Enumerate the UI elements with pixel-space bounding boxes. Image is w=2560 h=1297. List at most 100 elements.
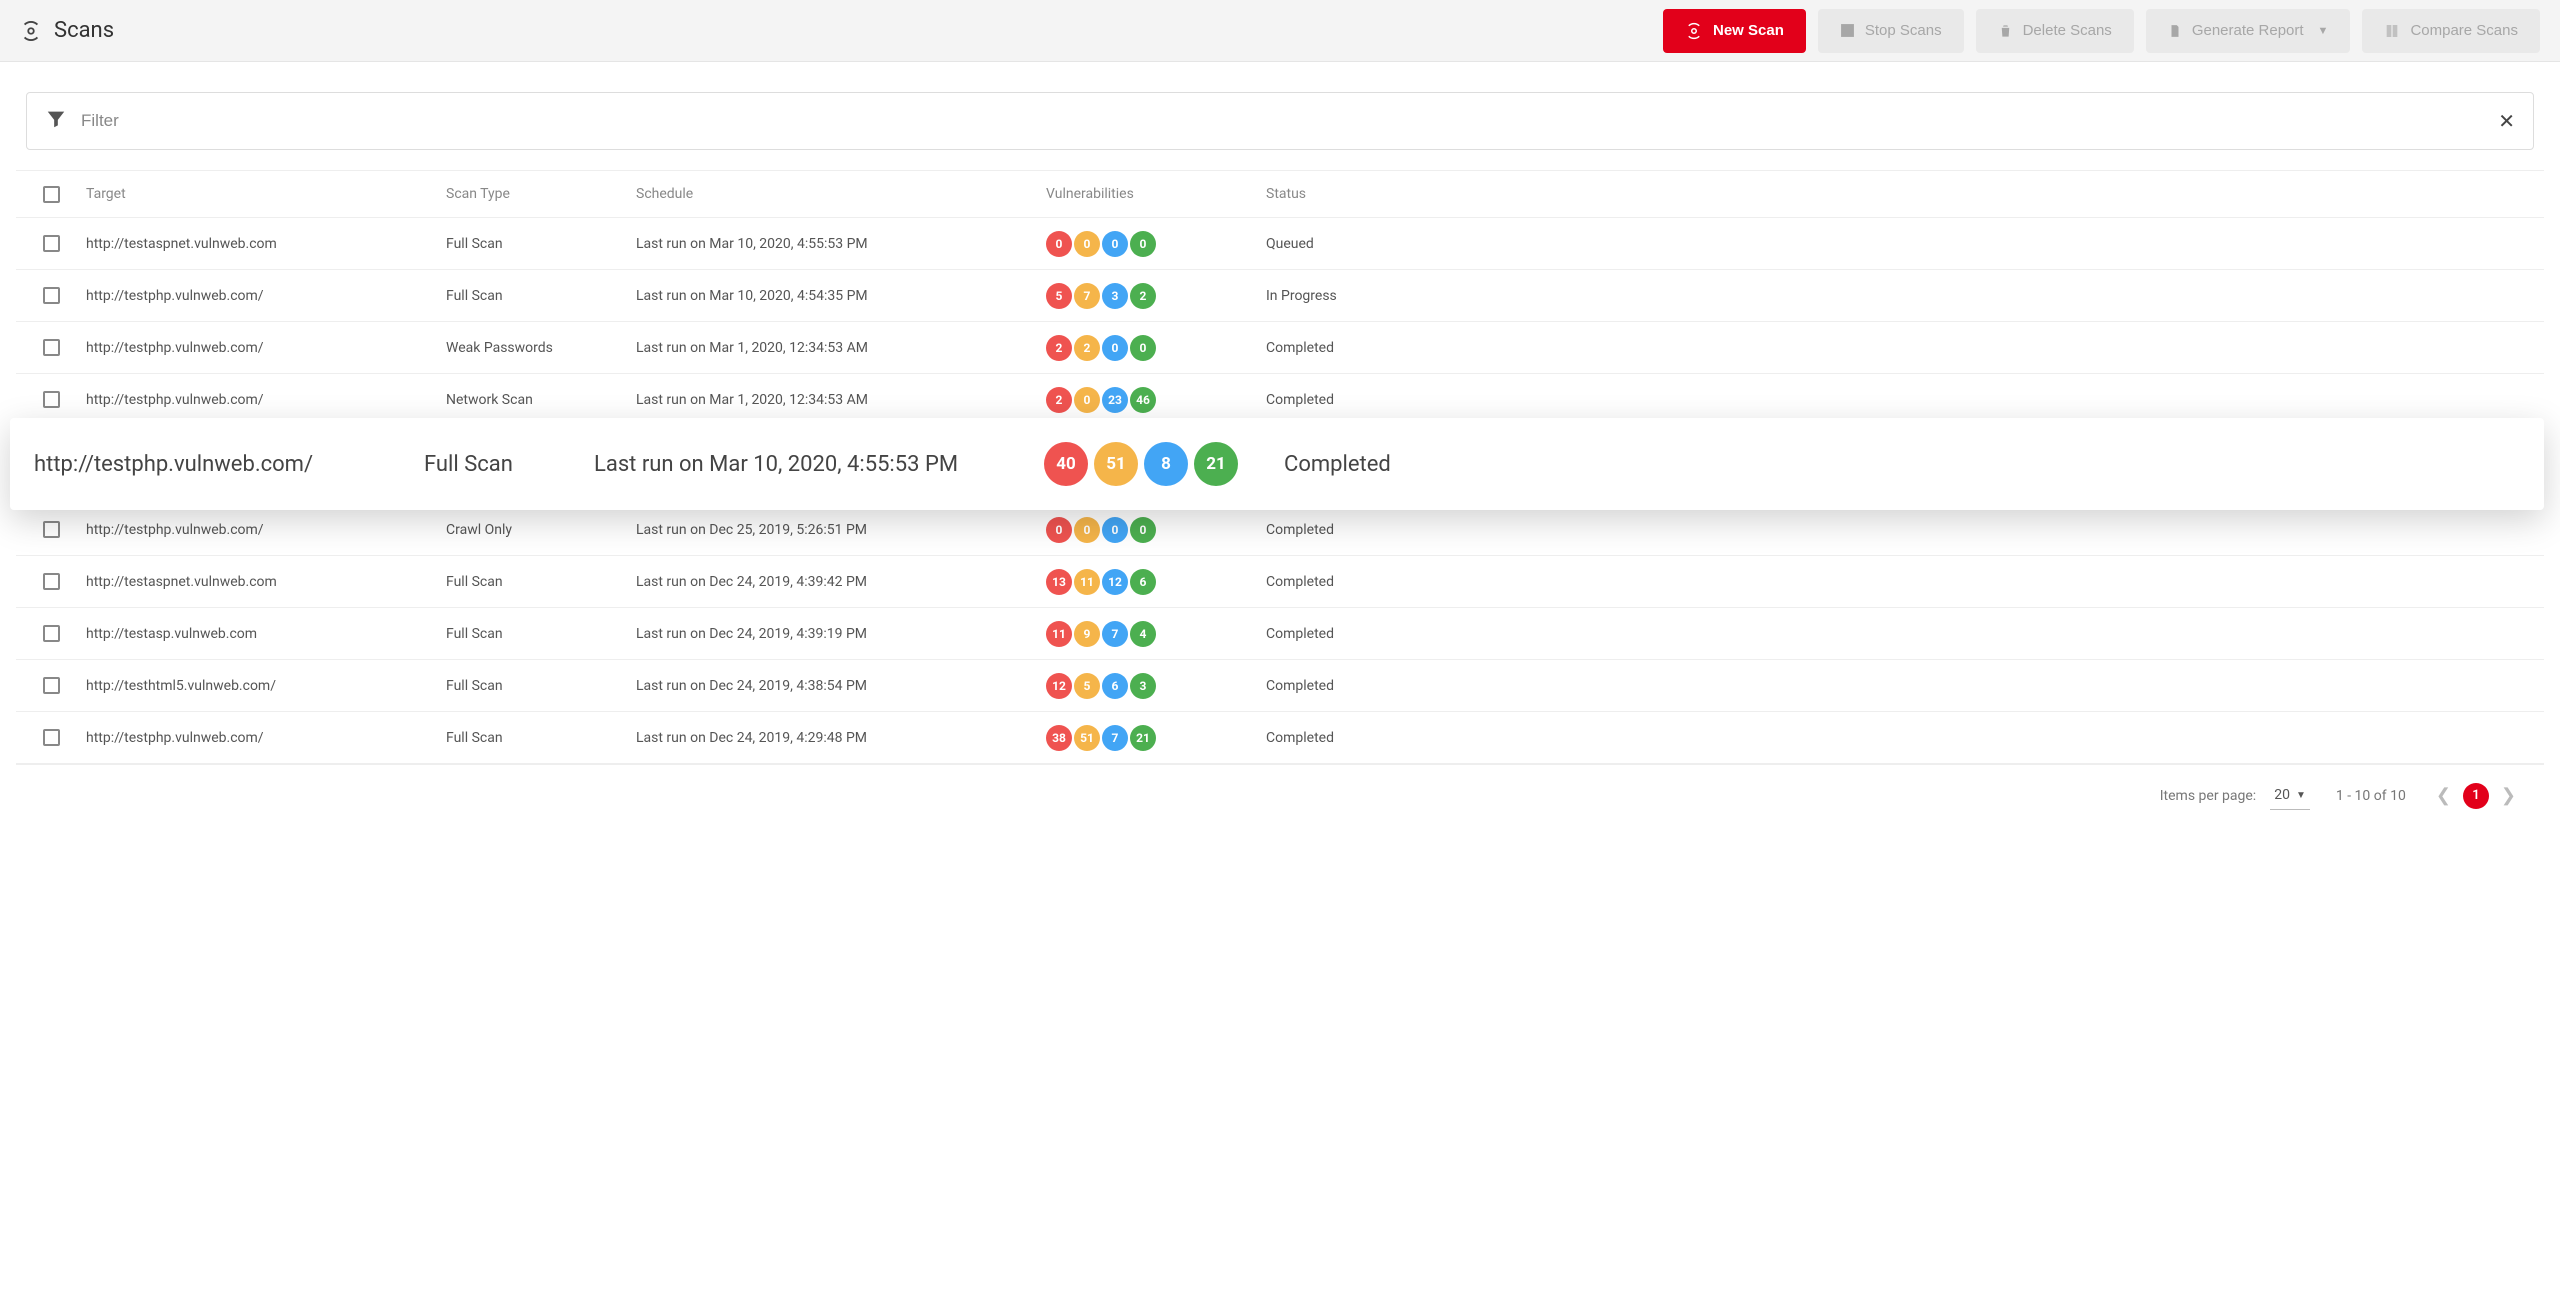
select-all-checkbox[interactable]: [43, 186, 60, 203]
row-checkbox[interactable]: [43, 625, 60, 642]
row-checkbox[interactable]: [43, 677, 60, 694]
hl-schedule: Last run on Mar 10, 2020, 4:55:53 PM: [594, 452, 1044, 477]
row-checkbox[interactable]: [43, 391, 60, 408]
cell-target: http://testphp.vulnweb.com/: [86, 340, 446, 356]
compare-scans-button[interactable]: Compare Scans: [2362, 9, 2540, 53]
col-target[interactable]: Target: [86, 186, 446, 202]
highlighted-scan-row[interactable]: http://testphp.vulnweb.com/ Full Scan La…: [10, 418, 2544, 510]
hl-type: Full Scan: [424, 452, 594, 477]
severity-medium-badge: 9: [1074, 621, 1100, 647]
trash-icon: [1998, 23, 2013, 39]
toolbar: Scans New Scan Stop Scans Delete Scans G…: [0, 0, 2560, 62]
cell-type: Full Scan: [446, 678, 636, 694]
severity-low-badge: 0: [1102, 335, 1128, 361]
items-per-page-select[interactable]: 20 ▼: [2270, 781, 2310, 810]
generate-report-button[interactable]: Generate Report ▼: [2146, 9, 2351, 53]
severity-medium-badge: 51: [1074, 725, 1100, 751]
cell-vulnerabilities: 2200: [1046, 335, 1266, 361]
delete-scans-button[interactable]: Delete Scans: [1976, 9, 2134, 53]
title-wrap: Scans: [20, 18, 114, 43]
cell-vulnerabilities: 0000: [1046, 517, 1266, 543]
severity-high-badge: 11: [1046, 621, 1072, 647]
prev-page-button[interactable]: ❮: [2432, 781, 2455, 810]
col-scan-type[interactable]: Scan Type: [446, 186, 636, 202]
table-row[interactable]: http://testphp.vulnweb.com/Weak Password…: [16, 322, 2544, 374]
table-row[interactable]: http://testphp.vulnweb.com/Full ScanLast…: [16, 270, 2544, 322]
table-row[interactable]: http://testphp.vulnweb.com/Full ScanLast…: [16, 712, 2544, 764]
new-scan-button[interactable]: New Scan: [1663, 9, 1806, 53]
row-checkbox[interactable]: [43, 287, 60, 304]
hl-target: http://testphp.vulnweb.com/: [34, 452, 424, 477]
cell-target: http://testaspnet.vulnweb.com: [86, 236, 446, 252]
cell-type: Crawl Only: [446, 522, 636, 538]
severity-high-badge: 38: [1046, 725, 1072, 751]
cell-status: Completed: [1266, 626, 2544, 642]
table-row[interactable]: http://testaspnet.vulnweb.comFull ScanLa…: [16, 556, 2544, 608]
compare-icon: [2384, 23, 2400, 39]
severity-info-badge: 21: [1130, 725, 1156, 751]
row-checkbox[interactable]: [43, 235, 60, 252]
table-row[interactable]: http://testasp.vulnweb.comFull ScanLast …: [16, 608, 2544, 660]
table-row[interactable]: http://testhtml5.vulnweb.com/Full ScanLa…: [16, 660, 2544, 712]
cell-schedule: Last run on Mar 10, 2020, 4:54:35 PM: [636, 288, 1046, 304]
cell-type: Full Scan: [446, 236, 636, 252]
col-status[interactable]: Status: [1266, 186, 2544, 202]
radar-icon: [1685, 22, 1703, 40]
stop-scans-label: Stop Scans: [1865, 22, 1942, 39]
cell-target: http://testphp.vulnweb.com/: [86, 392, 446, 408]
cell-type: Weak Passwords: [446, 340, 636, 356]
severity-high-badge: 2: [1046, 387, 1072, 413]
severity-low-badge: 23: [1102, 387, 1128, 413]
delete-scans-label: Delete Scans: [2023, 22, 2112, 39]
cell-schedule: Last run on Mar 1, 2020, 12:34:53 AM: [636, 392, 1046, 408]
funnel-icon: [45, 108, 67, 134]
current-page-badge[interactable]: 1: [2463, 783, 2489, 809]
severity-info-badge: 46: [1130, 387, 1156, 413]
cell-schedule: Last run on Dec 24, 2019, 4:39:42 PM: [636, 574, 1046, 590]
close-icon[interactable]: ✕: [2498, 109, 2515, 133]
cell-status: In Progress: [1266, 288, 2544, 304]
row-checkbox[interactable]: [43, 573, 60, 590]
severity-info-badge: 21: [1194, 442, 1238, 486]
severity-info-badge: 6: [1130, 569, 1156, 595]
severity-high-badge: 13: [1046, 569, 1072, 595]
compare-scans-label: Compare Scans: [2410, 22, 2518, 39]
table-row[interactable]: http://testphp.vulnweb.com/Crawl OnlyLas…: [16, 504, 2544, 556]
radar-icon: [20, 20, 42, 42]
cell-target: http://testasp.vulnweb.com: [86, 626, 446, 642]
cell-status: Completed: [1266, 522, 2544, 538]
severity-info-badge: 0: [1130, 335, 1156, 361]
severity-low-badge: 0: [1102, 517, 1128, 543]
severity-medium-badge: 2: [1074, 335, 1100, 361]
row-checkbox[interactable]: [43, 521, 60, 538]
col-vulnerabilities[interactable]: Vulnerabilities: [1046, 186, 1266, 202]
scans-table: Target Scan Type Schedule Vulnerabilitie…: [16, 170, 2544, 764]
chevron-down-icon: ▼: [2296, 790, 2306, 801]
table-row[interactable]: http://testaspnet.vulnweb.comFull ScanLa…: [16, 218, 2544, 270]
col-schedule[interactable]: Schedule: [636, 186, 1046, 202]
severity-medium-badge: 7: [1074, 283, 1100, 309]
cell-target: http://testphp.vulnweb.com/: [86, 522, 446, 538]
severity-low-badge: 8: [1144, 442, 1188, 486]
row-checkbox[interactable]: [43, 339, 60, 356]
severity-low-badge: 7: [1102, 621, 1128, 647]
row-checkbox[interactable]: [43, 729, 60, 746]
severity-high-badge: 12: [1046, 673, 1072, 699]
new-scan-label: New Scan: [1713, 22, 1784, 39]
document-icon: [2168, 23, 2182, 39]
stop-icon: [1840, 23, 1855, 38]
severity-info-badge: 2: [1130, 283, 1156, 309]
generate-report-label: Generate Report: [2192, 22, 2304, 39]
hl-vulnerabilities: 40 51 8 21: [1044, 442, 1284, 486]
filter-input[interactable]: [67, 111, 2498, 131]
next-page-button[interactable]: ❯: [2497, 781, 2520, 810]
toolbar-actions: New Scan Stop Scans Delete Scans Generat…: [1663, 9, 2540, 53]
cell-schedule: Last run on Dec 24, 2019, 4:29:48 PM: [636, 730, 1046, 746]
stop-scans-button[interactable]: Stop Scans: [1818, 9, 1964, 53]
severity-medium-badge: 11: [1074, 569, 1100, 595]
filter-bar: ✕: [26, 92, 2534, 150]
severity-high-badge: 0: [1046, 231, 1072, 257]
cell-vulnerabilities: 5732: [1046, 283, 1266, 309]
severity-high-badge: 2: [1046, 335, 1072, 361]
severity-info-badge: 0: [1130, 517, 1156, 543]
